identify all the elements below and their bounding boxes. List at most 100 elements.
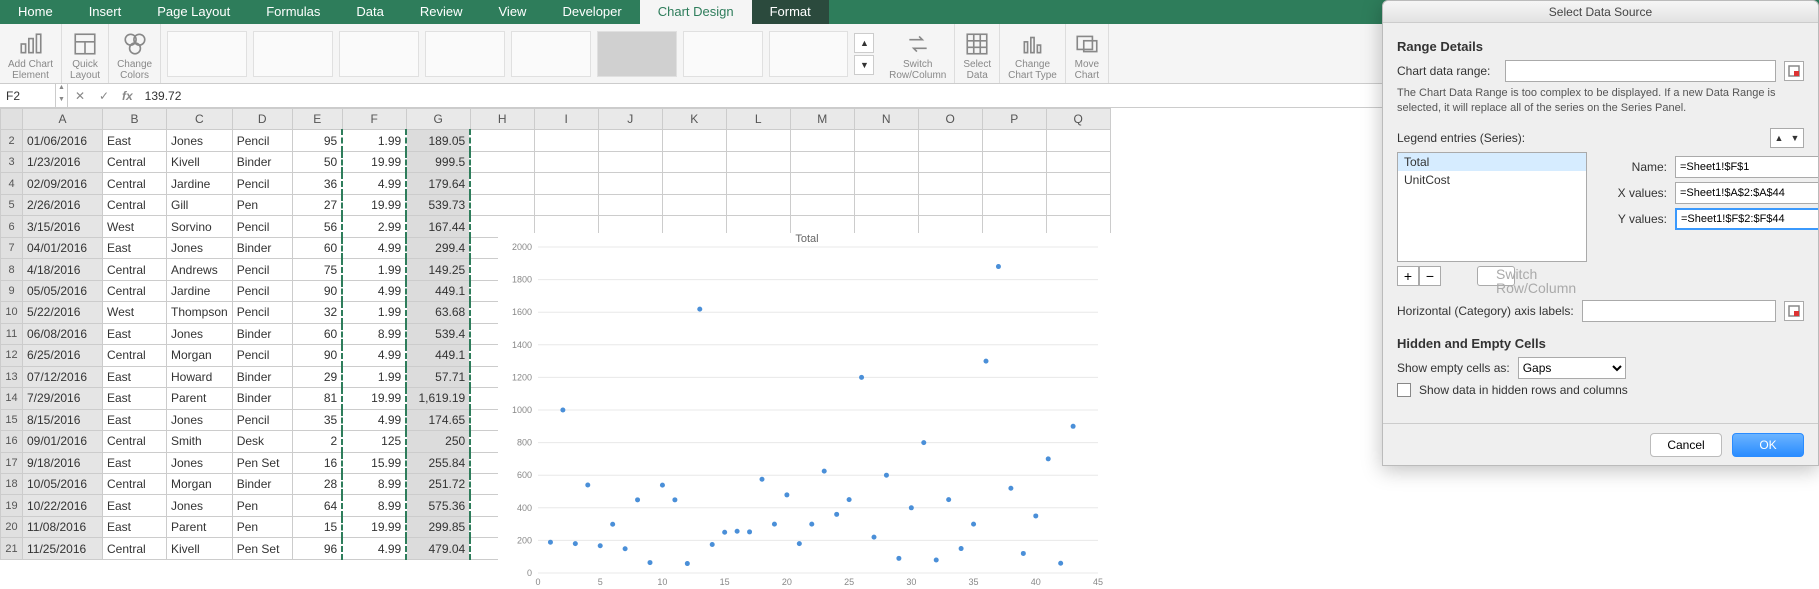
cell[interactable]: 539.73 — [406, 194, 470, 215]
cell[interactable]: 56 — [292, 216, 342, 237]
cell[interactable] — [854, 173, 918, 194]
cell[interactable]: 19.99 — [342, 516, 406, 537]
row-header[interactable]: 2 — [1, 130, 23, 151]
cell[interactable]: 11/08/2016 — [23, 516, 103, 537]
cell[interactable] — [854, 194, 918, 215]
style-thumb[interactable] — [167, 31, 247, 77]
name-box[interactable]: F2 — [0, 84, 56, 107]
cell[interactable] — [470, 173, 534, 194]
column-header[interactable]: N — [854, 109, 918, 130]
column-header[interactable]: L — [726, 109, 790, 130]
cell[interactable]: Central — [103, 538, 167, 560]
cell[interactable]: Pen Set — [232, 452, 292, 473]
cell[interactable]: 4.99 — [342, 409, 406, 430]
show-empty-select[interactable]: Gaps — [1518, 357, 1626, 379]
cell[interactable]: 4.99 — [342, 280, 406, 301]
cell[interactable] — [662, 194, 726, 215]
cell[interactable]: Jones — [167, 409, 233, 430]
tab-developer[interactable]: Developer — [544, 0, 639, 24]
cell[interactable]: 02/09/2016 — [23, 173, 103, 194]
row-header[interactable]: 19 — [1, 495, 23, 516]
cell[interactable]: 1,619.19 — [406, 388, 470, 409]
column-header[interactable]: P — [982, 109, 1046, 130]
cell[interactable]: Binder — [232, 323, 292, 344]
cell[interactable]: Binder — [232, 151, 292, 172]
cell[interactable] — [854, 130, 918, 151]
column-header[interactable]: A — [23, 109, 103, 130]
tab-formulas[interactable]: Formulas — [248, 0, 338, 24]
cell[interactable]: East — [103, 366, 167, 387]
cell[interactable]: 575.36 — [406, 495, 470, 516]
cell[interactable]: 19.99 — [342, 194, 406, 215]
cell[interactable]: 4.99 — [342, 173, 406, 194]
cell[interactable]: Central — [103, 151, 167, 172]
cell[interactable] — [726, 194, 790, 215]
column-header[interactable]: M — [790, 109, 854, 130]
cancel-formula-icon[interactable]: ✕ — [68, 89, 92, 103]
chart-data-range-input[interactable] — [1505, 60, 1776, 82]
cell[interactable] — [918, 130, 982, 151]
cell[interactable]: 90 — [292, 345, 342, 366]
series-name-input[interactable] — [1675, 156, 1818, 178]
cell[interactable] — [918, 151, 982, 172]
cell[interactable]: 2 — [292, 431, 342, 452]
style-thumb[interactable] — [511, 31, 591, 77]
cell[interactable]: Pen — [232, 516, 292, 537]
cell[interactable]: 7/29/2016 — [23, 388, 103, 409]
series-item[interactable]: Total — [1398, 153, 1586, 171]
horizontal-axis-input[interactable] — [1582, 300, 1776, 322]
cell[interactable]: East — [103, 516, 167, 537]
cell[interactable]: 4/18/2016 — [23, 259, 103, 280]
cell[interactable]: Pen Set — [232, 538, 292, 560]
cell[interactable]: Pen — [232, 495, 292, 516]
cell[interactable]: 75 — [292, 259, 342, 280]
cell[interactable]: Jones — [167, 495, 233, 516]
cell[interactable] — [982, 173, 1046, 194]
show-hidden-checkbox[interactable]: Show data in hidden rows and columns — [1397, 383, 1804, 397]
cell[interactable]: 149.25 — [406, 259, 470, 280]
gallery-down-icon[interactable]: ▼ — [854, 55, 874, 75]
cell[interactable] — [726, 130, 790, 151]
cell[interactable] — [470, 130, 534, 151]
tab-format[interactable]: Format — [752, 0, 829, 24]
row-header[interactable]: 16 — [1, 431, 23, 452]
tab-insert[interactable]: Insert — [71, 0, 140, 24]
cell[interactable]: East — [103, 452, 167, 473]
cell[interactable]: Jones — [167, 452, 233, 473]
cell[interactable]: 60 — [292, 323, 342, 344]
column-header[interactable]: C — [167, 109, 233, 130]
chart-style-gallery[interactable]: ▲ ▼ — [161, 24, 881, 83]
cell[interactable]: 15.99 — [342, 452, 406, 473]
row-header[interactable]: 10 — [1, 302, 23, 323]
style-thumb[interactable] — [425, 31, 505, 77]
cell[interactable]: 90 — [292, 280, 342, 301]
cell[interactable] — [790, 151, 854, 172]
row-header[interactable]: 4 — [1, 173, 23, 194]
y-values-input[interactable] — [1675, 208, 1818, 230]
cell[interactable]: 8/15/2016 — [23, 409, 103, 430]
cell[interactable]: 167.44 — [406, 216, 470, 237]
cell[interactable]: 19.99 — [342, 151, 406, 172]
cell[interactable]: 999.5 — [406, 151, 470, 172]
cell[interactable]: 07/12/2016 — [23, 366, 103, 387]
cell[interactable]: 189.05 — [406, 130, 470, 151]
cell[interactable]: Desk — [232, 431, 292, 452]
cell[interactable] — [534, 173, 598, 194]
cell[interactable]: Jones — [167, 323, 233, 344]
cell[interactable]: 1.99 — [342, 302, 406, 323]
cell[interactable]: 81 — [292, 388, 342, 409]
cell[interactable]: 36 — [292, 173, 342, 194]
row-header[interactable]: 7 — [1, 237, 23, 258]
cell[interactable]: 3/15/2016 — [23, 216, 103, 237]
cell[interactable]: Binder — [232, 237, 292, 258]
cell[interactable] — [982, 151, 1046, 172]
cell[interactable]: 8.99 — [342, 323, 406, 344]
cell[interactable] — [1046, 151, 1110, 172]
cell[interactable]: 539.4 — [406, 323, 470, 344]
cell[interactable]: 57.71 — [406, 366, 470, 387]
column-header[interactable]: Q — [1046, 109, 1110, 130]
column-header[interactable]: D — [232, 109, 292, 130]
cell[interactable]: 01/06/2016 — [23, 130, 103, 151]
cell[interactable]: 35 — [292, 409, 342, 430]
row-header[interactable]: 3 — [1, 151, 23, 172]
